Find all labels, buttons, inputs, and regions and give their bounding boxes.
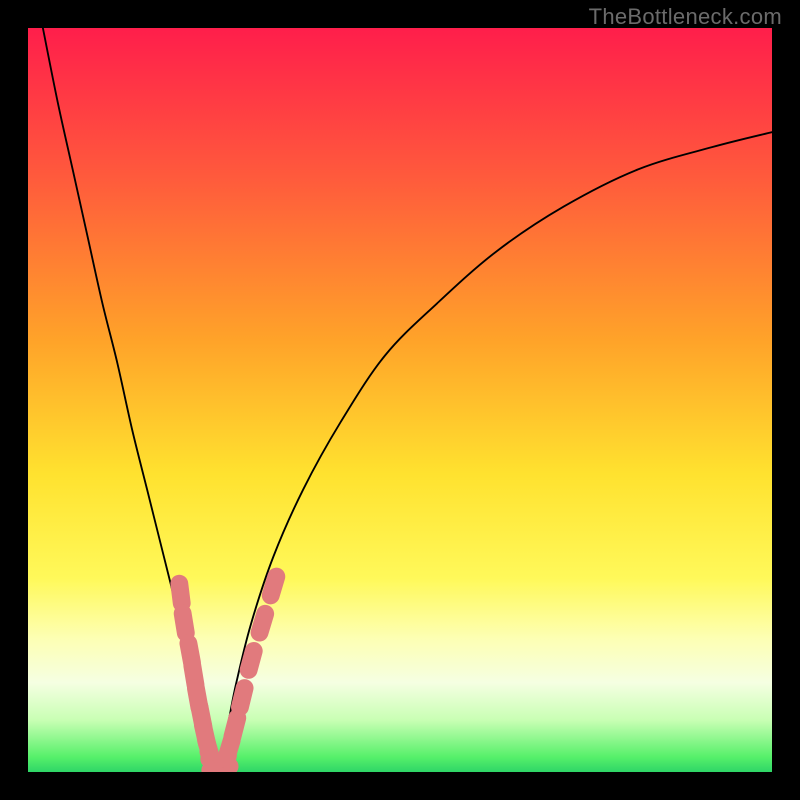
marker-point xyxy=(240,688,245,707)
marker-point xyxy=(183,614,186,633)
marker-point xyxy=(271,577,277,596)
markers xyxy=(28,28,772,772)
marker-point xyxy=(179,584,181,603)
stage: TheBottleneck.com xyxy=(0,0,800,800)
watermark-text: TheBottleneck.com xyxy=(589,4,782,30)
marker-point xyxy=(249,651,254,670)
marker-point xyxy=(232,718,237,737)
marker-point xyxy=(260,614,266,633)
plot-area xyxy=(28,28,772,772)
